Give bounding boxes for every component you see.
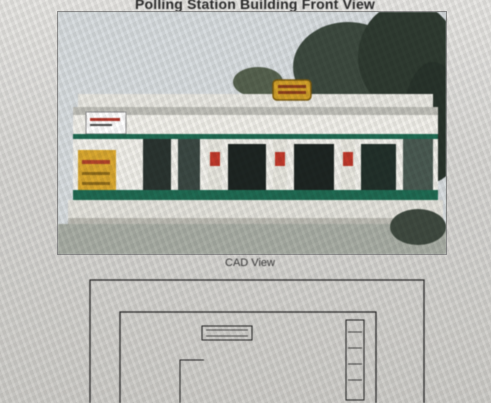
page-title: Polling Station Building Front View bbox=[134, 0, 376, 12]
photo-trim-band bbox=[73, 134, 438, 139]
photo-top-sign bbox=[272, 79, 312, 101]
photo-left-signboard bbox=[85, 111, 127, 135]
cad-sign-box bbox=[201, 325, 253, 341]
building-photo-image bbox=[58, 12, 446, 254]
cad-drawing-svg bbox=[89, 279, 425, 403]
cad-drawing bbox=[88, 278, 426, 403]
building-front-photo bbox=[58, 12, 446, 254]
photo-plinth bbox=[68, 200, 443, 220]
photo-roof-ledge bbox=[73, 107, 438, 115]
photo-ground bbox=[58, 224, 446, 254]
cad-view-caption: CAD View bbox=[225, 257, 275, 269]
photo-lower-band bbox=[73, 190, 438, 200]
cad-outer-boundary bbox=[89, 279, 425, 403]
cad-left-door bbox=[179, 359, 204, 403]
photo-roof-parapet bbox=[78, 94, 433, 108]
screen: Polling Station Building Front View CAD … bbox=[0, 0, 491, 403]
